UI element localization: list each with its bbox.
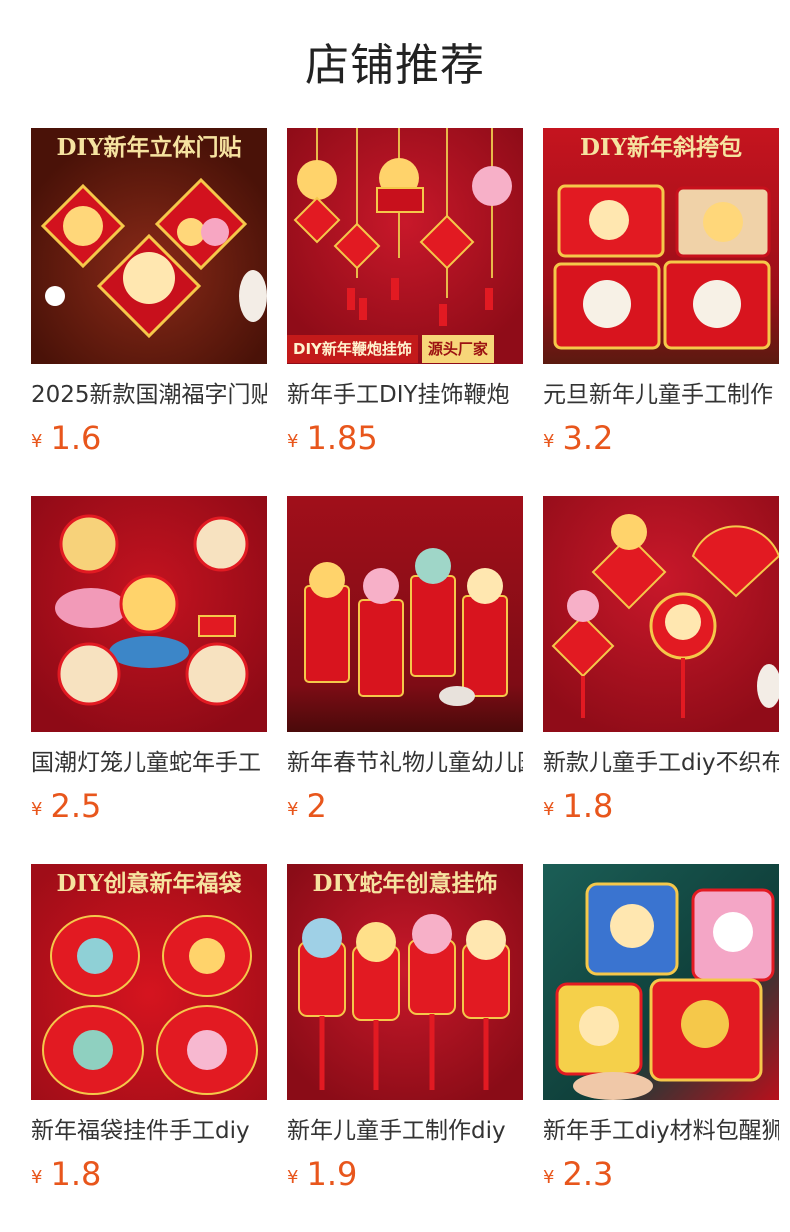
product-image[interactable]: DIY新年斜挎包 xyxy=(543,128,779,364)
product-card[interactable]: DIY新年鞭炮挂饰 源头厂家 新年手工DIY挂饰鞭炮 ¥1.85 xyxy=(287,128,523,496)
product-name[interactable]: 新款儿童手工diy不织布 xyxy=(543,746,779,780)
product-card[interactable]: DIY新年斜挎包 元旦新年儿童手工制作 ¥3.2 xyxy=(543,128,779,496)
price-value: 2.3 xyxy=(562,1155,614,1193)
lantern-snake-illustration xyxy=(55,514,249,706)
product-price: ¥1.9 xyxy=(287,1154,523,1194)
image-banner-text: DIY新年立体门贴 xyxy=(56,134,242,161)
currency-symbol: ¥ xyxy=(287,1167,299,1188)
product-price: ¥2 xyxy=(287,786,523,826)
product-name[interactable]: 新年手工diy材料包醒狮 xyxy=(543,1114,779,1148)
product-price: ¥2.3 xyxy=(543,1154,779,1194)
price-value: 2 xyxy=(306,787,327,825)
product-card[interactable]: DIY蛇年创意挂饰 新年儿童手工制作diy ¥1.9 xyxy=(287,864,523,1232)
product-grid: DIY新年立体门贴 2025新款国潮福字门贴 ¥1.6 DIY新年鞭炮挂饰 源头… xyxy=(31,128,779,1232)
caption-tag: 源头厂家 xyxy=(421,335,494,363)
caption-text: DIY新年鞭炮挂饰 xyxy=(287,335,418,363)
product-card[interactable]: DIY新年立体门贴 2025新款国潮福字门贴 ¥1.6 xyxy=(31,128,267,496)
price-value: 3.2 xyxy=(562,419,614,457)
product-card[interactable]: 国潮灯笼儿童蛇年手工 ¥2.5 xyxy=(31,496,267,864)
image-banner-text: DIY蛇年创意挂饰 xyxy=(312,870,498,897)
product-price: ¥2.5 xyxy=(31,786,267,826)
currency-symbol: ¥ xyxy=(31,799,43,820)
product-card[interactable]: 新年手工diy材料包醒狮 ¥2.3 xyxy=(543,864,779,1232)
product-image[interactable]: DIY新年鞭炮挂饰 源头厂家 xyxy=(287,128,523,364)
currency-symbol: ¥ xyxy=(287,799,299,820)
price-value: 1.85 xyxy=(306,419,378,457)
firecracker-hanging-illustration xyxy=(293,128,512,326)
scroll-hanging-illustration xyxy=(304,548,508,706)
image-caption-strip: DIY新年鞭炮挂饰 源头厂家 xyxy=(287,334,494,364)
page-title: 店铺推荐 xyxy=(305,40,485,91)
product-name[interactable]: 新年儿童手工制作diy xyxy=(287,1114,523,1148)
product-image[interactable]: DIY新年立体门贴 xyxy=(31,128,267,364)
felt-ornament-illustration xyxy=(551,514,779,718)
product-name[interactable]: 新年春节礼物儿童幼儿园 xyxy=(287,746,523,780)
product-name[interactable]: 国潮灯笼儿童蛇年手工 xyxy=(31,746,267,780)
currency-symbol: ¥ xyxy=(31,1167,43,1188)
image-banner-text: DIY新年斜挎包 xyxy=(579,134,743,161)
product-card[interactable]: 新款儿童手工diy不织布 ¥1.8 xyxy=(543,496,779,864)
product-price: ¥1.85 xyxy=(287,418,523,458)
image-banner-text: DIY创意新年福袋 xyxy=(56,870,242,897)
price-value: 1.9 xyxy=(306,1155,358,1193)
product-name[interactable]: 新年手工DIY挂饰鞭炮 xyxy=(287,378,523,412)
price-value: 2.5 xyxy=(50,787,102,825)
product-image[interactable]: DIY创意新年福袋 xyxy=(31,864,267,1100)
product-price: ¥1.8 xyxy=(543,786,779,826)
recommend-page: 店铺推荐 DIY新年立体门贴 2025新款国潮福字门贴 ¥ 1.6 DIY新年鞭… xyxy=(0,0,790,1232)
product-image[interactable] xyxy=(543,496,779,732)
product-name[interactable]: 新年福袋挂件手工diy xyxy=(31,1114,267,1148)
currency-symbol: ¥ xyxy=(543,799,555,820)
price-value: 1.6 xyxy=(50,419,102,457)
product-name[interactable]: 2025新款国潮福字门贴 xyxy=(31,378,267,412)
product-price: ¥3.2 xyxy=(543,418,779,458)
product-card[interactable]: DIY创意新年福袋 新年福袋挂件手工diy ¥1.8 xyxy=(31,864,267,1232)
currency-symbol: ¥ xyxy=(543,1167,555,1188)
product-price: ¥1.8 xyxy=(31,1154,267,1194)
product-card[interactable]: 新年春节礼物儿童幼儿园 ¥2 xyxy=(287,496,523,864)
product-image[interactable] xyxy=(31,496,267,732)
price-value: 1.8 xyxy=(50,1155,102,1193)
product-image[interactable] xyxy=(543,864,779,1100)
product-price: ¥1.6 xyxy=(31,418,267,458)
currency-symbol: ¥ xyxy=(31,431,43,452)
product-name[interactable]: 元旦新年儿童手工制作 xyxy=(543,378,779,412)
product-image[interactable] xyxy=(287,496,523,732)
product-image[interactable]: DIY蛇年创意挂饰 xyxy=(287,864,523,1100)
currency-symbol: ¥ xyxy=(543,431,555,452)
price-value: 1.8 xyxy=(562,787,614,825)
currency-symbol: ¥ xyxy=(287,431,299,452)
lion-bag-illustration xyxy=(555,882,775,1100)
